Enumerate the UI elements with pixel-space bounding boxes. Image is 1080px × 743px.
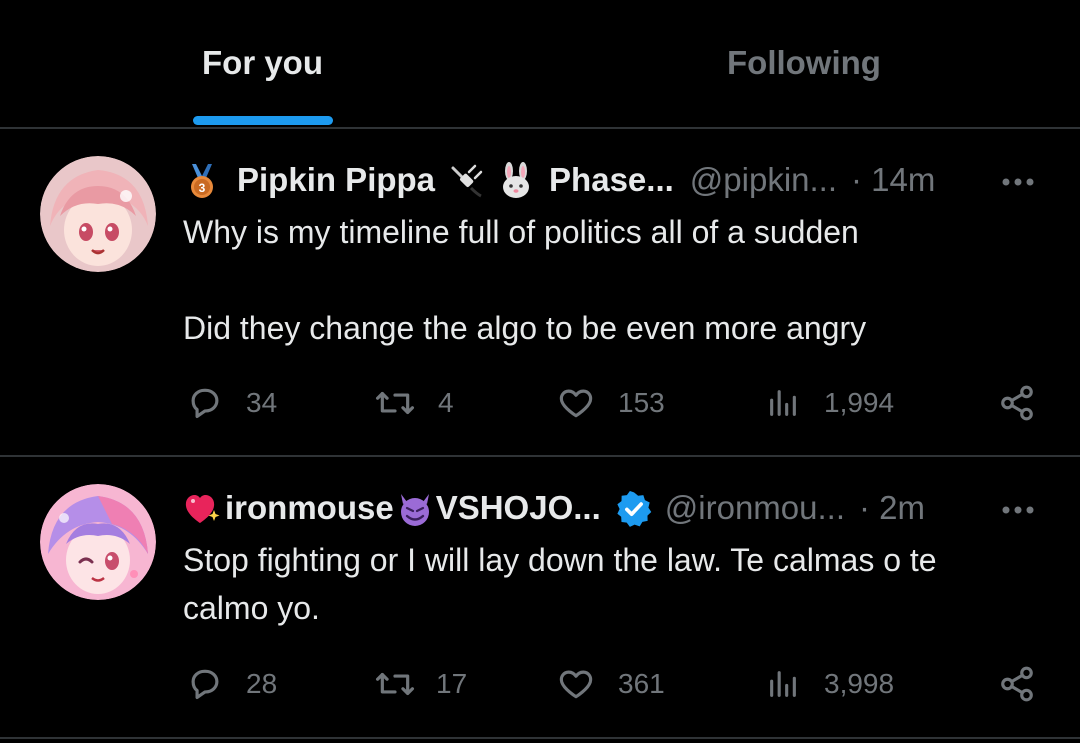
share-icon bbox=[1001, 385, 1033, 421]
more-options-icon[interactable] bbox=[1000, 175, 1036, 187]
verified-badge-icon bbox=[615, 488, 653, 528]
more-options-icon[interactable] bbox=[1000, 503, 1036, 515]
views-chart-icon bbox=[770, 671, 796, 697]
tab-for-you[interactable]: For you bbox=[202, 44, 323, 82]
tweet-actions: 34 4 153 1,994 bbox=[0, 379, 1080, 427]
like-count: 153 bbox=[618, 387, 665, 418]
views-button[interactable]: 1,994 bbox=[766, 379, 894, 427]
display-name[interactable]: ironmouse bbox=[225, 489, 394, 527]
views-chart-icon bbox=[770, 390, 796, 416]
tweet-text: Stop fighting or I will lay down the law… bbox=[183, 542, 946, 626]
avatar[interactable] bbox=[40, 484, 156, 600]
smiling-devil-icon bbox=[396, 488, 434, 528]
sparkling-heart-icon bbox=[183, 488, 221, 528]
view-count: 1,994 bbox=[824, 387, 895, 418]
share-button[interactable] bbox=[998, 660, 1036, 708]
repost-icon bbox=[376, 391, 414, 415]
user-handle[interactable]: @pipkin... bbox=[690, 161, 837, 199]
tweet[interactable]: 3 Pipkin Pippa Phase... @pipkin... · 14m… bbox=[0, 128, 1080, 455]
views-button[interactable]: 3,998 bbox=[766, 660, 894, 708]
tweet-header: ironmouse VSHOJO... @ironmou... · 2m bbox=[183, 486, 925, 530]
user-handle[interactable]: @ironmou... bbox=[665, 489, 845, 527]
active-tab-indicator bbox=[193, 116, 333, 125]
reply-icon bbox=[191, 669, 219, 700]
name-suffix[interactable]: Phase... bbox=[549, 161, 674, 199]
heart-icon bbox=[559, 389, 593, 418]
rabbit-face-icon bbox=[497, 160, 535, 200]
like-button[interactable]: 361 bbox=[556, 660, 665, 708]
tweet-actions: 28 17 361 3,998 bbox=[0, 660, 1080, 708]
tweet[interactable]: ironmouse VSHOJO... @ironmou... · 2m Sto… bbox=[0, 457, 1080, 737]
tab-following[interactable]: Following bbox=[727, 44, 881, 82]
reply-count: 34 bbox=[246, 387, 278, 418]
svg-text:3: 3 bbox=[199, 181, 206, 195]
share-button[interactable] bbox=[998, 379, 1036, 427]
plug-icon bbox=[447, 160, 485, 200]
reply-count: 28 bbox=[246, 668, 278, 699]
share-icon bbox=[1001, 666, 1033, 702]
display-name[interactable]: Pipkin Pippa bbox=[237, 161, 435, 199]
repost-count: 4 bbox=[438, 387, 454, 418]
tweet-divider bbox=[0, 737, 1080, 739]
name-suffix[interactable]: VSHOJO... bbox=[436, 489, 601, 527]
repost-button[interactable]: 17 bbox=[374, 660, 467, 708]
heart-icon bbox=[559, 670, 593, 699]
tweet-text: Why is my timeline full of politics all … bbox=[183, 214, 867, 346]
like-count: 361 bbox=[618, 668, 665, 699]
reply-button[interactable]: 34 bbox=[186, 379, 277, 427]
avatar[interactable] bbox=[40, 156, 156, 272]
like-button[interactable]: 153 bbox=[556, 379, 665, 427]
tweet-timestamp[interactable]: · 2m bbox=[859, 489, 925, 527]
timeline-tabs: For you Following bbox=[0, 0, 1080, 128]
view-count: 3,998 bbox=[824, 668, 895, 699]
reply-button[interactable]: 28 bbox=[186, 660, 277, 708]
repost-icon bbox=[376, 672, 414, 696]
bronze-medal-icon: 3 bbox=[183, 160, 221, 200]
repost-count: 17 bbox=[436, 668, 468, 699]
repost-button[interactable]: 4 bbox=[374, 379, 454, 427]
tweet-timestamp[interactable]: · 14m bbox=[851, 161, 935, 199]
reply-icon bbox=[191, 388, 219, 419]
tweet-header: 3 Pipkin Pippa Phase... @pipkin... · 14m bbox=[183, 158, 935, 202]
